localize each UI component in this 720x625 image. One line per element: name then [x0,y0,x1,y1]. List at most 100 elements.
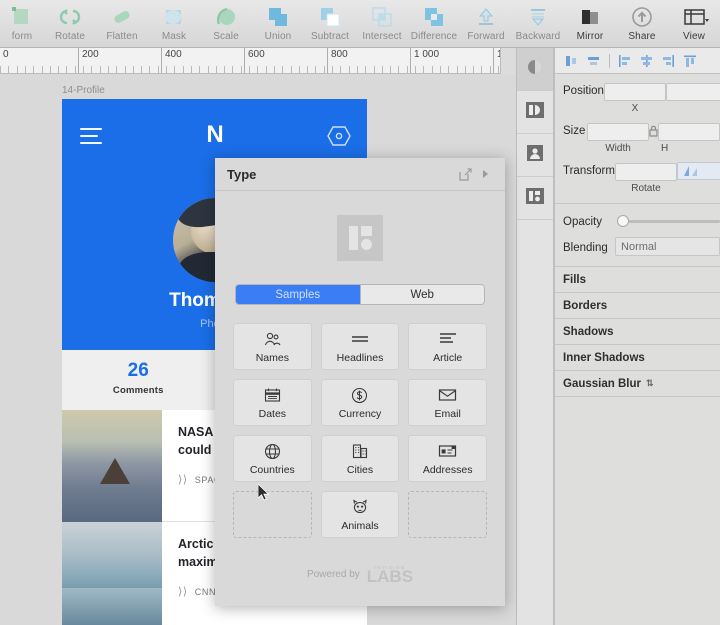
sample-label: Currency [339,408,382,420]
opacity-row: Opacity [555,204,720,228]
intersect-icon [370,5,394,29]
toolbar-button-backward[interactable]: Backward [512,0,564,48]
mirror-icon [578,5,602,29]
chevron-updown-icon[interactable]: ⇅ [646,378,654,389]
toolbar-button-share[interactable]: Share [616,0,668,48]
panel-footer: Powered by INVISION LABS [215,565,505,584]
type-panel-title: Type [227,167,455,182]
tab-web[interactable]: Web [360,285,485,304]
transform-rotate-input[interactable] [615,163,677,181]
toolbar-button-intersect[interactable]: Intersect [356,0,408,48]
section-fills[interactable]: Fills [555,267,720,293]
section-gaussian-blur[interactable]: Gaussian Blur ⇅ [555,371,720,397]
align-top-icon[interactable] [682,52,699,69]
position-x-input[interactable] [604,83,666,101]
transform-flip-button[interactable] [677,162,720,180]
opacity-slider-knob[interactable] [617,215,629,227]
tab-samples[interactable]: Samples [236,285,360,304]
flatten-icon [110,5,134,29]
size-height-input[interactable] [658,123,720,141]
lock-icon[interactable] [649,122,658,137]
align-left-icon[interactable] [616,52,633,69]
subtract-icon [318,5,342,29]
sample-label: Headlines [337,352,384,364]
sample-currency[interactable]: Currency [321,379,400,426]
toolbar-button-union[interactable]: Union [252,0,304,48]
sample-empty-slot[interactable] [408,491,487,538]
transform-rotate-caption: Rotate [615,183,677,194]
toolbar-button-forward[interactable]: Forward [460,0,512,48]
pages-icon [526,102,544,123]
footer-prefix: Powered by [307,569,360,580]
edit-square-icon[interactable] [455,164,475,184]
inspector-panel: Position X Size Width H [554,48,720,625]
sample-headlines[interactable]: Headlines [321,323,400,370]
sample-animals[interactable]: Animals [321,491,400,538]
sample-dates[interactable]: Dates [233,379,312,426]
sample-empty-slot[interactable] [233,491,312,538]
source-tabs: Samples Web [235,284,485,305]
toolbar-button-difference[interactable]: Difference [408,0,460,48]
view-icon [682,5,706,29]
toolbar-button-view[interactable]: View [668,0,720,48]
transform-rotate-field[interactable]: Rotate [615,162,677,194]
align-horizontal-icon[interactable] [585,52,602,69]
size-height-field[interactable]: H [658,122,720,154]
chevron-right-icon[interactable] [475,164,495,184]
toolbar-button-scale[interactable]: Scale [200,0,252,48]
size-row: Size Width H [555,114,720,154]
sample-addresses[interactable]: Addresses [408,435,487,482]
align-center-icon[interactable] [638,52,655,69]
type-panel[interactable]: Type Samples Web Names [215,158,505,606]
rail-button-person[interactable] [517,134,553,177]
rail-button-layout[interactable] [517,177,553,220]
sample-countries[interactable]: Countries [233,435,312,482]
toolbar-label: Mirror [577,31,604,42]
sample-label: Dates [259,408,286,420]
article-icon [438,330,458,349]
forward-icon [474,5,498,29]
section-label: Inner Shadows [563,352,645,364]
headlines-icon [350,330,370,349]
toolbar-button-subtract[interactable]: Subtract [304,0,356,48]
sample-email[interactable]: Email [408,379,487,426]
toolbar-label: Union [265,31,292,42]
blending-select[interactable]: Normal [615,237,720,256]
difference-icon [422,5,446,29]
rail-button-pages[interactable] [517,91,553,134]
position-x-caption: X [604,103,666,114]
sample-label: Article [433,352,462,364]
toolbar-button-mirror[interactable]: Mirror [564,0,616,48]
size-width-input[interactable] [587,123,649,141]
settings-hex-icon[interactable] [327,125,351,147]
opacity-slider[interactable] [617,214,720,228]
align-right-icon[interactable] [660,52,677,69]
section-borders[interactable]: Borders [555,293,720,319]
size-width-field[interactable]: Width [587,122,649,154]
blending-row: Blending Normal [555,228,720,256]
position-x-field[interactable]: X [604,82,666,114]
align-vertical-icon[interactable] [563,52,580,69]
size-label: Size [563,122,587,137]
envelope-icon [438,386,457,405]
section-shadows[interactable]: Shadows [555,319,720,345]
toolbar-button-rotate[interactable]: Rotate [44,0,96,48]
position-y-field[interactable] [666,82,720,101]
thumbnail-image [62,410,162,522]
toolbar-button-mask[interactable]: Mask [148,0,200,48]
section-inner-shadows[interactable]: Inner Shadows [555,345,720,371]
toolbar-button-flatten[interactable]: Flatten [96,0,148,48]
sample-names[interactable]: Names [233,323,312,370]
rail-button-contrast[interactable] [517,48,553,91]
section-label: Gaussian Blur [563,378,641,390]
position-y-input[interactable] [666,83,720,101]
names-icon [263,330,282,349]
broadcast-icon: ⟩⟩ [178,473,188,486]
sample-cities[interactable]: Cities [321,435,400,482]
section-label: Borders [563,300,607,312]
toolbar-label: View [683,31,705,42]
toolbar-button-transform[interactable]: form [0,0,44,48]
artboard-label[interactable]: 14-Profile [62,85,105,96]
horizontal-ruler[interactable]: 0 200 400 600 800 1 000 1 [0,48,520,74]
sample-article[interactable]: Article [408,323,487,370]
